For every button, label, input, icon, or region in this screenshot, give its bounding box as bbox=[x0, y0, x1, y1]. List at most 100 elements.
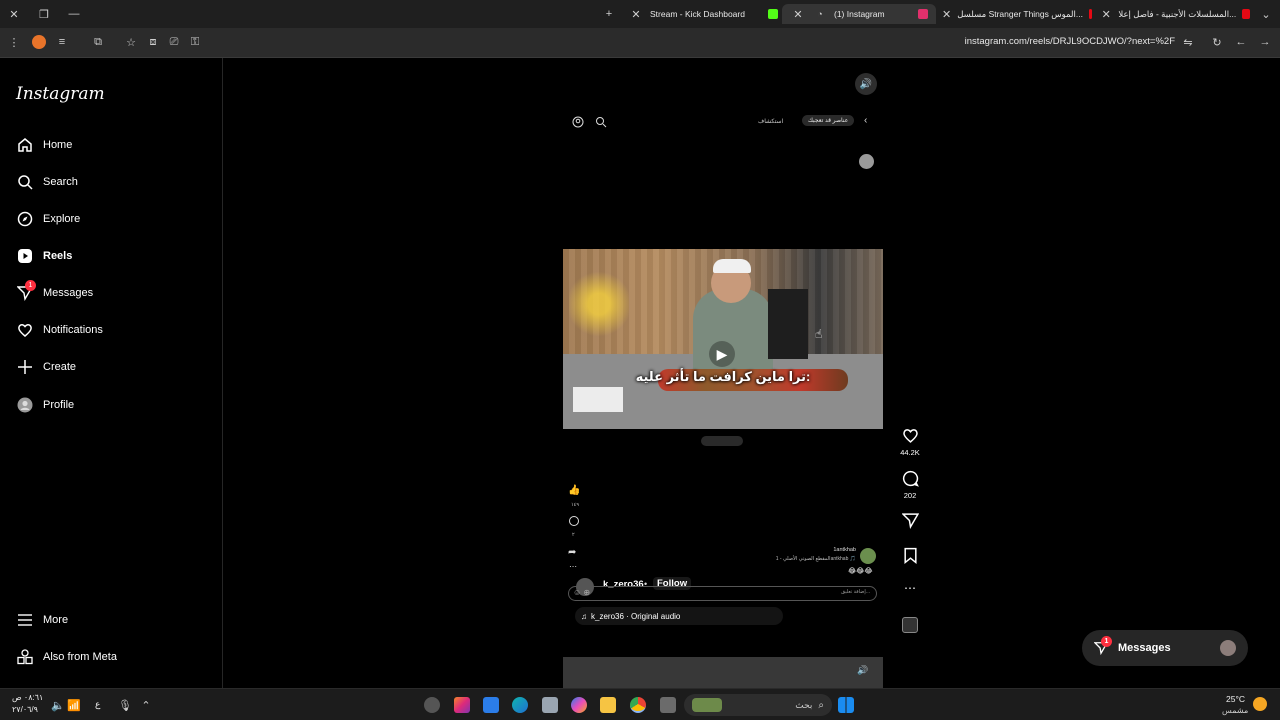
restore-window-icon[interactable]: ❐ bbox=[36, 6, 52, 22]
sun-icon bbox=[1253, 697, 1267, 711]
address-input[interactable]: instagram.com/reels/DRJL9OCDJWO/?next=%2… bbox=[870, 36, 1175, 47]
wifi-icon[interactable]: 📶 bbox=[66, 697, 82, 713]
audio-tab-icon: ◔ bbox=[817, 9, 823, 19]
nav-label: More bbox=[43, 613, 69, 626]
heart-icon bbox=[16, 321, 33, 338]
start-windows-icon[interactable] bbox=[838, 697, 854, 713]
input-language[interactable]: ع bbox=[95, 699, 100, 710]
instagram-sidebar: Instagram Home Search Explore Reels 1 Me… bbox=[0, 58, 223, 688]
close-tab-icon[interactable]: ✕ bbox=[628, 6, 644, 22]
nav-profile[interactable]: Profile bbox=[16, 396, 74, 413]
video-subtitle: ترا ماين كرافت ما تأثر عليه: bbox=[635, 369, 811, 384]
audio-thumbnail[interactable] bbox=[902, 617, 918, 633]
bookmark-star-icon[interactable]: ☆ bbox=[123, 34, 139, 50]
nav-reels[interactable]: Reels bbox=[16, 247, 72, 264]
minimize-window-icon[interactable]: — bbox=[66, 6, 82, 22]
more-options-icon[interactable]: ⋯ bbox=[896, 581, 924, 595]
back-icon[interactable]: ← bbox=[1233, 34, 1249, 50]
video-frame[interactable]: ▶ ترا ماين كرافت ما تأثر عليه: ☝ bbox=[563, 249, 883, 429]
recent-chat-avatar bbox=[1220, 640, 1236, 656]
tab-instagram[interactable]: ✕ ◔ (1) Instagram bbox=[782, 4, 936, 24]
comment-icon[interactable] bbox=[902, 470, 919, 489]
share-icon[interactable]: ⧈ bbox=[145, 34, 161, 50]
site-favicon-icon bbox=[1242, 9, 1250, 19]
reload-icon[interactable]: ↻ bbox=[1209, 34, 1225, 50]
inner-download-pill bbox=[701, 436, 743, 446]
taskbar-search[interactable]: بحث ⌕ bbox=[684, 694, 832, 716]
search-icon bbox=[16, 173, 33, 190]
clock-date[interactable]: ٢٧/٠٦/٩ bbox=[12, 705, 38, 714]
messages-icon: 1 bbox=[16, 280, 36, 301]
app-store-icon[interactable] bbox=[483, 697, 499, 713]
app-edge-icon[interactable] bbox=[512, 697, 528, 713]
comment-action[interactable]: 202 bbox=[896, 470, 924, 500]
kick-favicon-icon bbox=[768, 9, 778, 19]
instagram-logo[interactable]: Instagram bbox=[16, 84, 105, 104]
weather-desc[interactable]: مشمس bbox=[1222, 706, 1248, 715]
send-icon[interactable] bbox=[900, 512, 919, 531]
next-reel-volume-icon[interactable]: 🔊 bbox=[857, 665, 868, 676]
extensions-icon[interactable]: ⧉ bbox=[90, 34, 106, 50]
inner-caption-user: 1antkhab bbox=[833, 547, 856, 553]
close-window-icon[interactable]: ✕ bbox=[6, 6, 22, 22]
close-tab-icon[interactable]: ✕ bbox=[1100, 6, 1112, 22]
cast-icon[interactable]: ⎚ bbox=[166, 34, 182, 50]
play-icon[interactable]: ▶ bbox=[709, 341, 735, 367]
messages-badge: 1 bbox=[25, 280, 36, 291]
password-key-icon[interactable]: ⚿ bbox=[187, 34, 203, 50]
app-file-explorer-icon[interactable] bbox=[600, 697, 616, 713]
microphone-icon[interactable]: 🎙 bbox=[117, 697, 133, 713]
inner-emojis: 😂😂😂 bbox=[848, 568, 873, 575]
nav-also-from-meta[interactable]: Also from Meta bbox=[16, 648, 117, 665]
browser-menu-icon[interactable]: ⋮ bbox=[6, 34, 22, 50]
nav-notifications[interactable]: Notifications bbox=[16, 321, 103, 338]
app-package-icon[interactable] bbox=[542, 697, 558, 713]
inner-tab-explore: استكشاف bbox=[758, 119, 784, 125]
nav-explore[interactable]: Explore bbox=[16, 210, 80, 227]
meta-icon bbox=[16, 648, 33, 665]
bookmark-icon[interactable] bbox=[902, 547, 919, 566]
audio-pill[interactable]: ♫ k_zero36 · Original audio bbox=[575, 607, 783, 625]
chevron-up-icon[interactable]: ⌃ bbox=[138, 697, 154, 713]
inner-emoji-icon: ☺ ⊕ bbox=[573, 588, 591, 597]
app-instagram-icon[interactable] bbox=[454, 697, 470, 713]
tab-list-icon[interactable]: ⌄ bbox=[1258, 6, 1274, 22]
inner-avatar bbox=[860, 548, 876, 564]
messages-floating-button[interactable]: 1 Messages bbox=[1082, 630, 1248, 666]
nav-home[interactable]: Home bbox=[16, 136, 72, 153]
app-copilot-icon[interactable] bbox=[571, 697, 587, 713]
tab-label: (1) Instagram bbox=[834, 9, 885, 19]
weather-temp[interactable]: 25°C bbox=[1226, 694, 1245, 704]
next-reel-preview[interactable]: 🔊 bbox=[563, 657, 883, 688]
app-timer-icon[interactable] bbox=[424, 697, 440, 713]
coffee-machine bbox=[768, 289, 808, 359]
nav-label: Also from Meta bbox=[43, 650, 117, 663]
tab-stranger-things[interactable]: ✕ مسلسل Stranger Things الموس... bbox=[942, 4, 1092, 24]
close-tab-icon[interactable]: ✕ bbox=[942, 6, 951, 22]
site-settings-icon[interactable]: ⇋ bbox=[1180, 34, 1196, 50]
save-action[interactable] bbox=[896, 547, 924, 566]
site-favicon-icon bbox=[1088, 9, 1092, 19]
forward-icon[interactable]: → bbox=[1257, 34, 1273, 50]
nav-messages[interactable]: 1 Messages bbox=[16, 280, 94, 301]
app-taskview-icon[interactable] bbox=[660, 697, 676, 713]
reading-list-icon[interactable]: ≡ bbox=[54, 34, 70, 50]
nav-label: Search bbox=[43, 175, 78, 188]
share-action[interactable] bbox=[896, 512, 924, 531]
new-tab-icon[interactable]: + bbox=[601, 6, 617, 22]
tab-kick[interactable]: ✕ Stream - Kick Dashboard bbox=[628, 4, 778, 24]
nav-more[interactable]: More bbox=[16, 611, 68, 628]
nav-search[interactable]: Search bbox=[16, 173, 78, 190]
like-action[interactable]: 44.2K bbox=[896, 427, 924, 457]
close-tab-icon[interactable]: ✕ bbox=[790, 6, 806, 22]
nav-create[interactable]: Create bbox=[16, 358, 76, 375]
speaker-icon[interactable]: 🔈 bbox=[50, 697, 66, 713]
nav-label: Messages bbox=[43, 286, 94, 299]
app-chrome-icon[interactable] bbox=[630, 697, 646, 713]
heart-icon[interactable] bbox=[902, 427, 919, 446]
clock-time[interactable]: ٠٨:٦١ ص bbox=[12, 693, 43, 702]
profile-avatar[interactable] bbox=[32, 35, 46, 49]
tab-series[interactable]: ✕ المسلسلات الأجنبية - فاصل إعلا... bbox=[1100, 4, 1250, 24]
inner-loading-dot bbox=[859, 154, 874, 169]
volume-icon[interactable]: 🔊 bbox=[855, 73, 877, 95]
